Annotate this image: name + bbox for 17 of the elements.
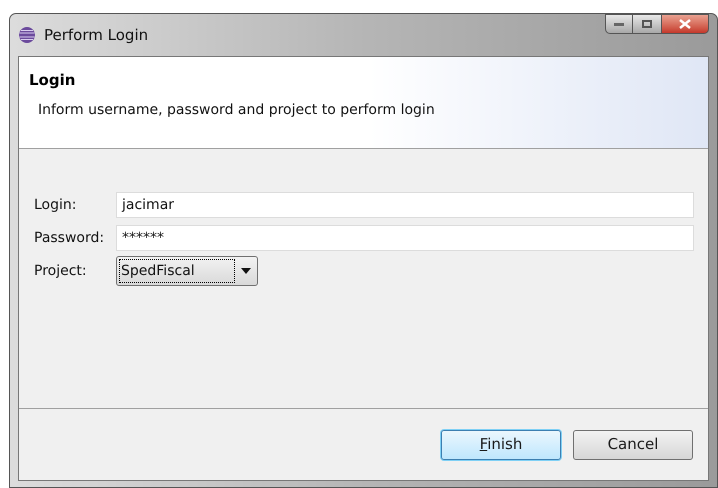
close-icon [679, 19, 691, 29]
close-button[interactable] [661, 14, 709, 34]
header-description: Inform username, password and project to perform login [38, 100, 436, 120]
window-title: Perform Login [44, 24, 148, 46]
header-title: Login [29, 70, 76, 91]
project-dropdown[interactable]: SpedFiscal [116, 256, 258, 286]
input-field[interactable]: jacimar [116, 192, 694, 218]
cancel-button[interactable]: Cancel [573, 430, 693, 460]
finish-button[interactable]: Finish [441, 430, 561, 460]
sphere-icon [18, 26, 36, 44]
field-label: Password: [33, 228, 106, 248]
minimize-button[interactable] [605, 14, 633, 34]
dropdown-arrow-icon [241, 268, 251, 274]
input-field[interactable]: ****** [116, 225, 694, 251]
field-label: Login: [33, 196, 78, 214]
field-label: Project: [33, 262, 88, 280]
maximize-button[interactable] [633, 14, 661, 34]
